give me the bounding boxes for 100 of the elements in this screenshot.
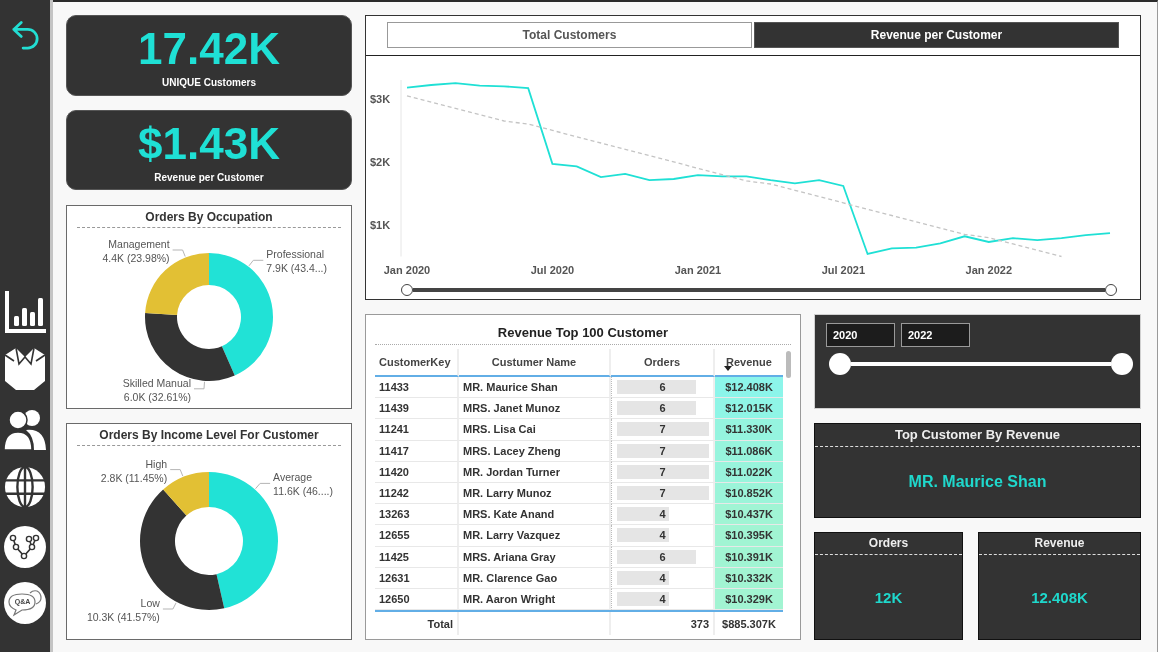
undo-arrow-icon[interactable] [11, 20, 39, 50]
users-icon[interactable] [4, 408, 46, 450]
table-cell: 7 [659, 444, 666, 457]
slider-handle[interactable] [401, 284, 413, 296]
table-cell: MRS. Ariana Gray [459, 546, 611, 568]
slice-value: 4.4K (23.98%) [102, 252, 170, 264]
table-cell: 12631 [375, 567, 459, 589]
revenue-cell: $12.408K [715, 377, 783, 399]
table-cell: MR. Larry Vazquez [459, 525, 611, 547]
card-title: Orders [815, 533, 962, 555]
card-value: 12.408K [1031, 588, 1088, 606]
card-title: Top Customer By Revenue [815, 424, 1140, 447]
leader-line [169, 469, 184, 477]
kpi-value: $1.43K [138, 122, 280, 166]
table-cell: 11420 [375, 461, 459, 483]
kpi-value: 17.42K [138, 27, 280, 71]
table-cell: MR. Jordan Turner [459, 461, 611, 483]
speech-bubbles-icon [8, 589, 42, 617]
slice-label: Management [108, 238, 170, 250]
table-title: Revenue Top 100 Customer [375, 315, 791, 345]
revenue-cell: $10.391K [715, 546, 783, 568]
table-cell: 11241 [375, 419, 459, 441]
column-header[interactable]: CustomerKey [375, 349, 459, 377]
slice-label: Professional [266, 248, 325, 261]
chart-tab[interactable]: Revenue per Customer [754, 22, 1119, 48]
table-cell: 4 [659, 592, 666, 605]
table-cell: MR. Clarence Gao [459, 567, 611, 589]
total-cell-text: $885.307K [721, 616, 777, 632]
year-input[interactable]: 2022 [901, 323, 970, 347]
kpi-label: Revenue per Customer [154, 172, 264, 184]
table-cell: 7 [659, 487, 666, 500]
network-icon[interactable] [3, 525, 47, 569]
kpi-label: UNIQUE Customers [162, 77, 256, 89]
table-cell: MR. Aaron Wright [459, 588, 611, 611]
revenue-cell: $11.330K [715, 419, 783, 441]
x-axis-label: Jan 2022 [965, 264, 1013, 276]
chart-tab[interactable]: Total Customers [387, 22, 752, 48]
table-cell: 4 [659, 529, 666, 542]
slider-handle[interactable] [1105, 284, 1117, 296]
table-cell: MRS. Lacey Zheng [459, 440, 611, 462]
table-cell: MRS. Janet Munoz [459, 398, 611, 420]
table-cell: 11417 [375, 440, 459, 462]
total-cell: 373 [611, 612, 715, 636]
revenue-cell: $10.437K [715, 504, 783, 526]
table-cell: 7 [659, 465, 666, 478]
card-value: 12K [874, 588, 903, 606]
chart-title: Orders By Income Level For Customer [98, 427, 320, 442]
x-axis-label: Jan 2021 [674, 264, 722, 276]
revenue-cell: $10.329K [715, 588, 783, 611]
leader-line [162, 602, 177, 610]
y-axis-label: $2K [370, 155, 391, 168]
scrollbar-thumb[interactable] [785, 351, 791, 378]
globe-icon[interactable] [4, 466, 46, 508]
leader-line [172, 249, 186, 257]
column-header[interactable]: Orders [611, 349, 715, 377]
x-axis-label: Jan 2020 [383, 264, 431, 276]
slice-value: 11.6K (46....) [273, 485, 334, 498]
table-cell: 11425 [375, 546, 459, 568]
sort-down-icon[interactable] [724, 366, 732, 371]
slider-handle[interactable] [1111, 353, 1133, 375]
slice-label: High [145, 457, 168, 470]
table-cell: 13263 [375, 504, 459, 526]
revenue-cell: $10.332K [715, 567, 783, 589]
table-cell: 11433 [375, 377, 459, 399]
table-cell: 6 [659, 381, 666, 394]
bar-chart-icon[interactable] [4, 290, 46, 334]
x-axis-label: Jul 2020 [530, 264, 575, 276]
card-title: Revenue [979, 533, 1140, 555]
table-cell: MR. Maurice Shan [459, 377, 611, 399]
table-cell: 11439 [375, 398, 459, 420]
table-cell: 7 [659, 423, 666, 436]
slider-handle[interactable] [829, 353, 851, 375]
revenue-cell: $10.395K [715, 525, 783, 547]
slice-value: 6.0K (32.61%) [123, 390, 191, 403]
table-cell: 12655 [375, 525, 459, 547]
slice-value: 7.9K (43.4...) [266, 262, 328, 275]
open-box-icon[interactable] [4, 347, 46, 391]
table-cell: 6 [659, 550, 666, 563]
revenue-cell: $11.022K [715, 461, 783, 483]
table-cell: 4 [659, 508, 666, 521]
card-value: MR. Maurice Shan [908, 473, 1047, 491]
table-cell: 6 [659, 402, 666, 415]
slice-label: Average [273, 471, 313, 484]
leader-line [248, 259, 264, 267]
leader-line [255, 482, 271, 490]
leader-line [193, 381, 205, 390]
table-cell: 11242 [375, 482, 459, 505]
revenue-cell: $12.015K [715, 398, 783, 420]
table-cell: 12650 [375, 588, 459, 611]
y-axis-label: $1K [370, 219, 391, 231]
slice-label: Low [140, 597, 160, 609]
table-cell: MR. Larry Munoz [459, 482, 611, 505]
slice-value: 10.3K (41.57%) [86, 611, 160, 623]
year-input[interactable]: 2020 [826, 323, 895, 347]
x-axis-label: Jul 2021 [821, 264, 866, 276]
slice-label: Skilled Manual [122, 376, 191, 389]
slice-value: 2.8K (11.45%) [100, 471, 168, 484]
table-cell: MRS. Lisa Cai [459, 419, 611, 441]
chart-title: Orders By Occupation [144, 209, 274, 224]
column-header[interactable]: Custumer Name [459, 349, 611, 377]
